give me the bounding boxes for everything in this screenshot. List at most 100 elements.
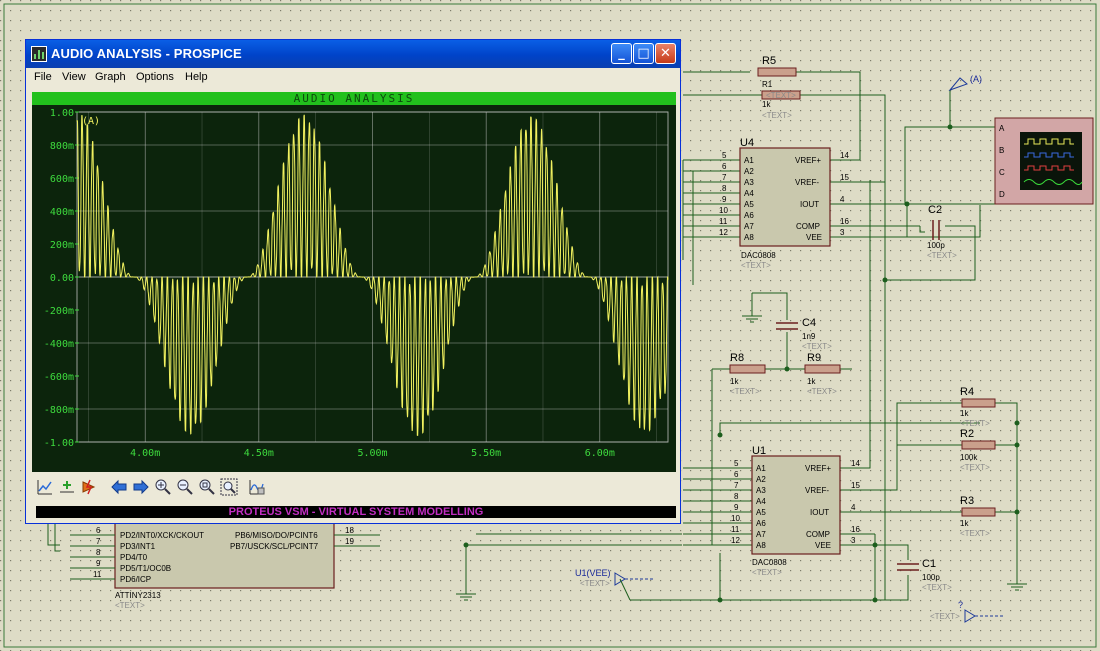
r3-label: R3 [960,495,974,507]
u1-pin-vrefp: VREF+ [805,464,831,473]
r8-value: 1k [730,377,739,386]
zoom-in-icon[interactable] [154,478,172,496]
u1-pin-comp: COMP [806,530,830,539]
graph-plot[interactable]: 1.00 800m 600m 400m 200m 0.00 -200m -400m -600m -… [32,105,676,472]
app-icon[interactable] [31,46,47,62]
y-tick-label: 600m [50,174,74,185]
forward-arrow-icon[interactable] [132,478,150,496]
back-arrow-icon[interactable] [110,478,128,496]
y-tick-label: 800m [50,141,74,152]
u4-text: <TEXT> [741,261,771,270]
r8-text: <TEXT> [730,387,760,396]
r2-text: <TEXT> [960,463,990,472]
u1-num-4: 4 [851,503,856,512]
audio-analysis-window[interactable]: AUDIO ANALYSIS - PROSPICE _ □ ✕ File Vie… [25,39,681,524]
mcu-text: <TEXT> [115,601,145,610]
u4-num-7: 7 [722,173,727,182]
u1-pin-a8: A8 [756,541,766,550]
u4-label: U4 [740,137,754,149]
x-tick-label: 4.00m [130,448,160,459]
graph-icon[interactable] [36,478,54,496]
menu-view[interactable]: View [62,71,86,83]
x-tick-label: 6.00m [585,448,615,459]
y-tick-label: 1.00 [50,108,74,119]
u1-num-16: 16 [851,525,860,534]
u1-num-9: 9 [734,503,739,512]
u4-num-15: 15 [840,173,849,182]
mcu-num-6: 6 [96,526,101,535]
r4-value: 1k [960,409,969,418]
c4-label: C4 [802,317,816,329]
u1-pin-a2: A2 [756,475,766,484]
r3-text: <TEXT> [960,529,990,538]
scope-channel-a: A [999,124,1005,133]
u1-part: DAC0808 [752,558,787,567]
u4-pin-vee: VEE [806,233,822,242]
zoom-out-icon[interactable] [176,478,194,496]
u1-num-7: 7 [734,481,739,490]
zoom-all-icon[interactable] [198,478,216,496]
mcu-num-19: 19 [345,537,354,546]
menu-help[interactable]: Help [185,71,208,83]
graph-toolbar [30,476,676,500]
u4-num-14: 14 [840,151,849,160]
r9-text: <TEXT> [807,387,837,396]
u4-num-6: 6 [722,162,727,171]
r5-text: <TEXT> [762,111,792,120]
y-tick-label: -800m [44,405,74,416]
analysis-graph[interactable]: AUDIO ANALYSIS 1.00 800m 600m 400m 200m 0.00 -… [32,92,676,472]
u1-num-10: 10 [731,514,740,523]
graph-properties-icon[interactable] [248,478,266,496]
u1-pin-a5: A5 [756,508,766,517]
u1-pin-a6: A6 [756,519,766,528]
mcu-pin-pd2: PD2/INT0/XCK/CKOUT [120,531,204,540]
close-button[interactable]: ✕ [655,43,676,64]
scope-channel-c: C [999,168,1005,177]
c1-value: 100p [922,573,940,582]
r1-text: <TEXT> [766,91,796,100]
y-tick-label: -1.00 [44,438,74,449]
menu-file[interactable]: File [34,71,52,83]
u1-num-8: 8 [734,492,739,501]
mcu-num-9: 9 [96,559,101,568]
u4-num-3: 3 [840,228,845,237]
c1-text: <TEXT> [922,583,952,592]
mcu-pin-pb6: PB6/MISO/DO/PCINT6 [235,531,318,540]
u1-num-3: 3 [851,536,856,545]
trace-label: (A) [82,116,100,127]
minimize-button[interactable]: _ [611,43,632,64]
maximize-button[interactable]: □ [633,43,654,64]
c2-value: 100p [927,241,945,250]
u4-pin-a7: A7 [744,222,754,231]
mcu-num-11: 11 [93,570,102,579]
mcu-num-8: 8 [96,548,101,557]
mcu-part: ATTINY2313 [115,591,161,600]
status-bar: PROTEUS VSM - VIRTUAL SYSTEM MODELLING [36,506,676,518]
u4-pin-a5: A5 [744,200,754,209]
u1-vee-text: <TEXT> [580,579,610,588]
r9-label: R9 [807,352,821,364]
u4-pin-comp: COMP [796,222,820,231]
u1-pin-vrefm: VREF- [805,486,829,495]
graph-title-bar: AUDIO ANALYSIS [32,92,676,105]
r8-label: R8 [730,352,744,364]
oscilloscope[interactable]: A B C D [994,117,1094,205]
u1-num-6: 6 [734,470,739,479]
u1-text: <TEXT> [752,568,782,577]
y-tick-label: 0.00 [50,273,74,284]
u4-pin-vrefm: VREF- [795,178,819,187]
add-trace-icon[interactable] [58,478,76,496]
title-bar[interactable]: AUDIO ANALYSIS - PROSPICE _ □ ✕ [26,40,680,68]
u4-num-11: 11 [719,217,728,226]
r2-label: R2 [960,428,974,440]
zoom-area-icon[interactable] [220,478,238,496]
simulate-icon[interactable] [80,478,98,496]
u1-pin-iout: IOUT [810,508,829,517]
menu-options[interactable]: Options [136,71,174,83]
u1-num-14: 14 [851,459,860,468]
graph-title: AUDIO ANALYSIS [293,92,415,105]
r4-text: <TEXT> [960,419,990,428]
x-tick-label: 5.00m [357,448,387,459]
menu-graph[interactable]: Graph [95,71,126,83]
u4-num-4: 4 [840,195,845,204]
